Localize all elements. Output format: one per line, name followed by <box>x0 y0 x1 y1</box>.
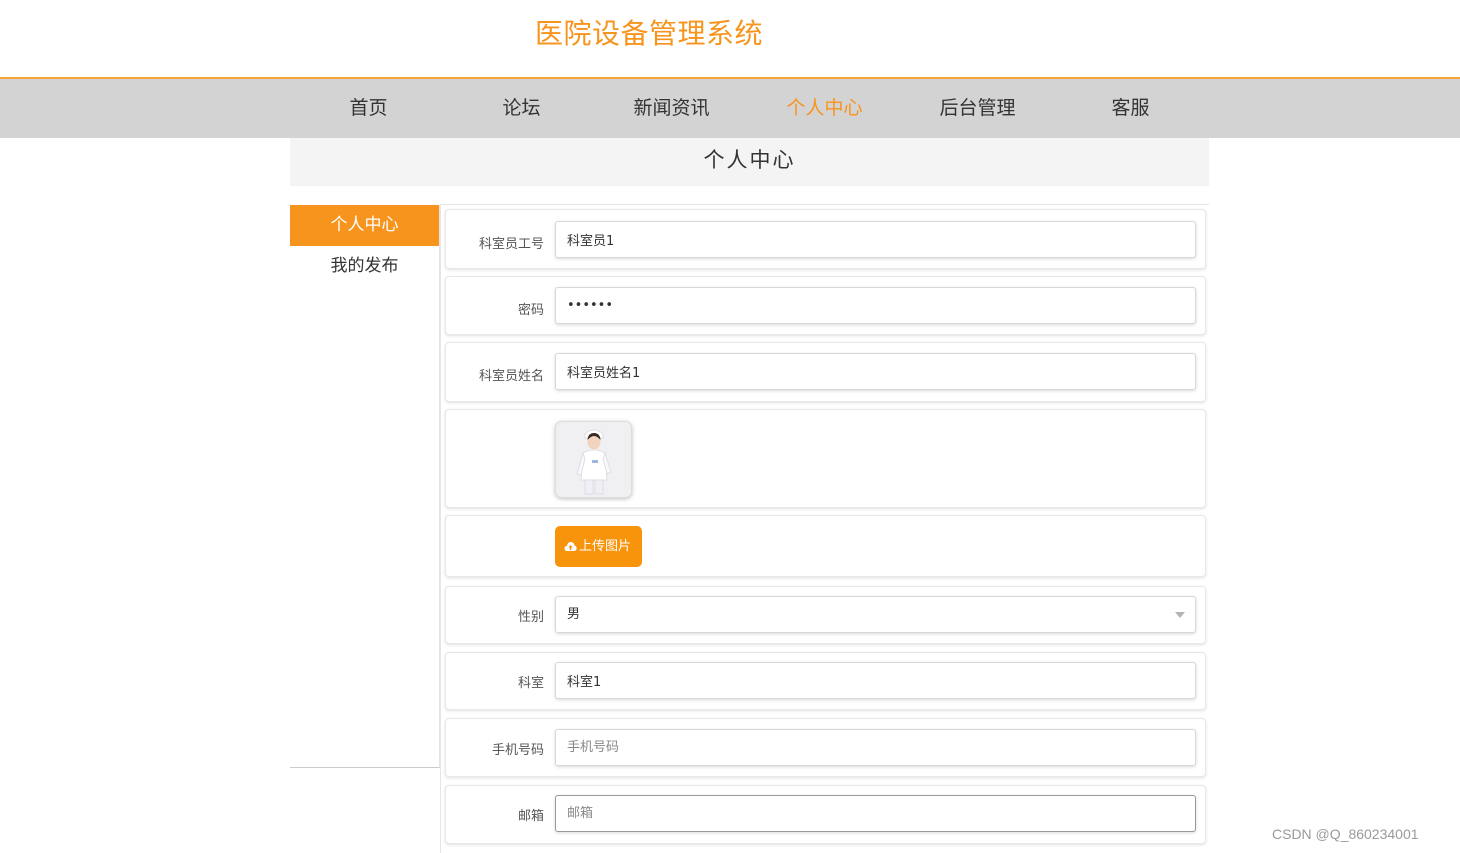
form-row-staff-id: 科室员工号 <box>445 209 1206 269</box>
gender-select-value: 男 <box>567 607 581 622</box>
side-item-my-posts[interactable]: 我的发布 <box>290 246 439 287</box>
form-row-avatar <box>445 409 1206 508</box>
nurse-photo <box>556 422 631 497</box>
password-label: 密码 <box>517 303 544 318</box>
chevron-down-icon <box>1175 612 1185 618</box>
profile-form: 科室员工号 密码 科室员姓名 <box>440 204 1209 853</box>
phone-input[interactable] <box>555 729 1196 766</box>
form-row-password: 密码 <box>445 276 1206 335</box>
site-title: 医院设备管理系统 <box>535 17 764 50</box>
form-row-staff-name: 科室员姓名 <box>445 342 1206 402</box>
nav-item-home[interactable]: 首页 <box>292 79 445 138</box>
main-navbar: 首页 论坛 新闻资讯 个人中心 后台管理 客服 <box>0 77 1460 138</box>
department-input[interactable] <box>555 662 1196 699</box>
nav-item-personal-center[interactable]: 个人中心 <box>748 79 901 138</box>
gender-label: 性别 <box>517 610 544 625</box>
nav-item-forum[interactable]: 论坛 <box>445 79 598 138</box>
watermark: CSDN @Q_860234001 <box>1272 826 1419 842</box>
password-input[interactable] <box>555 287 1196 324</box>
upload-image-button[interactable]: 上传图片 <box>555 526 642 567</box>
nav-item-news[interactable]: 新闻资讯 <box>595 79 748 138</box>
staff-name-label: 科室员姓名 <box>478 369 544 384</box>
form-row-department: 科室 <box>445 652 1206 710</box>
side-menu: 个人中心 我的发布 <box>290 205 440 768</box>
form-row-gender: 性别 男 <box>445 586 1206 644</box>
cloud-upload-icon <box>564 542 577 551</box>
staff-id-input[interactable] <box>555 221 1196 258</box>
staff-id-label: 科室员工号 <box>478 237 544 252</box>
nav-item-admin[interactable]: 后台管理 <box>901 79 1054 138</box>
nav-item-customer-service[interactable]: 客服 <box>1054 79 1207 138</box>
phone-label: 手机号码 <box>491 743 544 758</box>
side-item-personal-center[interactable]: 个人中心 <box>290 205 439 246</box>
form-row-upload: 上传图片 <box>445 515 1206 577</box>
department-label: 科室 <box>517 676 544 691</box>
site-header: 医院设备管理系统 <box>0 0 1460 77</box>
page-title: 个人中心 <box>290 138 1209 186</box>
email-label: 邮箱 <box>517 809 544 824</box>
email-input[interactable] <box>555 795 1196 832</box>
gender-select[interactable]: 男 <box>555 596 1196 633</box>
form-row-phone: 手机号码 <box>445 718 1206 777</box>
avatar <box>555 421 632 498</box>
upload-image-label: 上传图片 <box>579 539 632 554</box>
form-row-email: 邮箱 <box>445 785 1206 844</box>
staff-name-input[interactable] <box>555 353 1196 390</box>
